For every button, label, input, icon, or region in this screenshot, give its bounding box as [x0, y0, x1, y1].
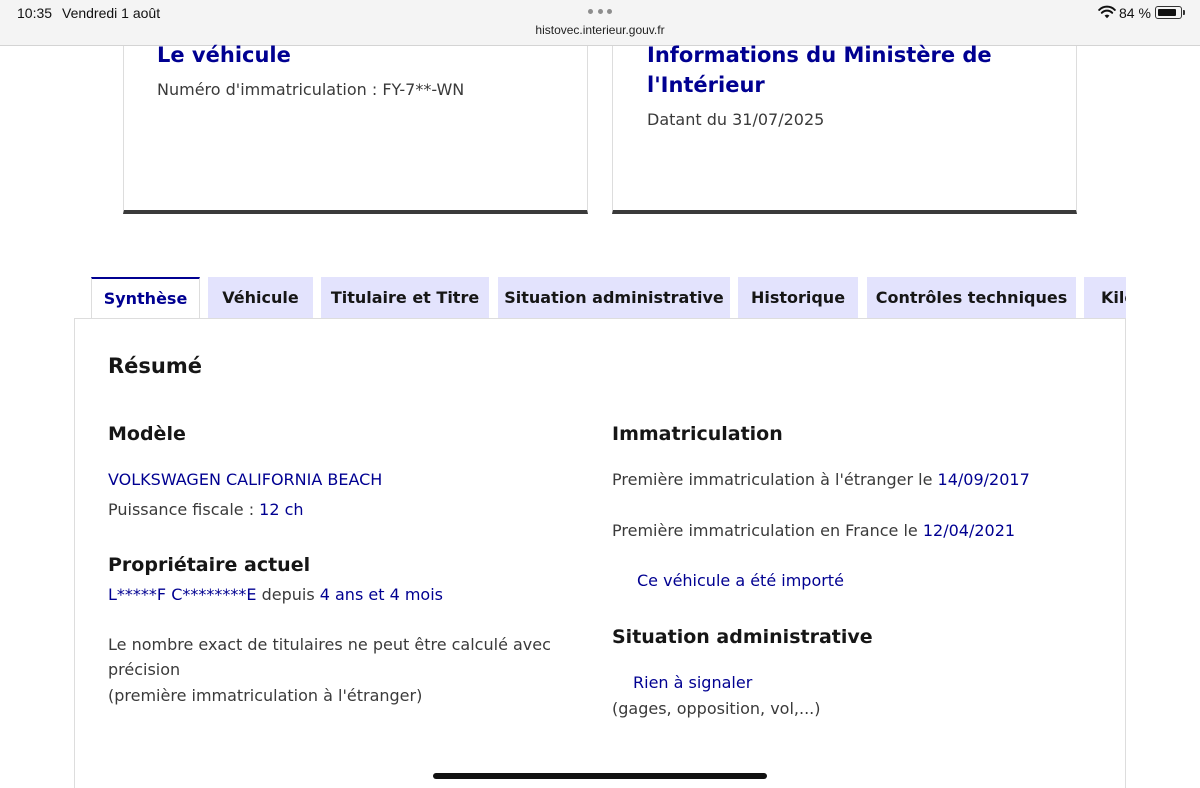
tab-titulaire-et-titre[interactable]: Titulaire et Titre [321, 277, 489, 319]
ministry-card-title: Informations du Ministère de l'Intérieur [647, 43, 992, 97]
first-registration-abroad-date: 14/09/2017 [937, 470, 1030, 489]
ministry-card: Informations du Ministère de l'Intérieur… [612, 43, 1077, 214]
admin-status-heading: Situation administrative [612, 626, 873, 648]
registration-heading: Immatriculation [612, 423, 783, 445]
fiscal-power: Puissance fiscale : 12 ch [108, 497, 304, 522]
wifi-icon [1098, 5, 1116, 19]
data-date: Datant du 31/07/2025 [647, 110, 825, 129]
admin-status-link[interactable]: Rien à signaler [633, 673, 752, 692]
tab-synthese[interactable]: Synthèse [91, 277, 200, 319]
tab-situation-administrative[interactable]: Situation administrative [498, 277, 730, 319]
owner-line: L*****F C********E depuis 4 ans et 4 moi… [108, 582, 443, 607]
owner-since-label: depuis [256, 585, 320, 604]
model-name: VOLKSWAGEN CALIFORNIA BEACH [108, 470, 383, 489]
synthese-panel [74, 318, 1126, 788]
admin-status-detail: (gages, opposition, vol,...) [612, 699, 821, 718]
tab-kilometrage[interactable]: Kilométrage [1084, 277, 1126, 319]
first-registration-france-date: 12/04/2021 [922, 521, 1016, 540]
model-heading: Modèle [108, 423, 186, 445]
owner-count-note-line1: Le nombre exact de titulaires ne peut êt… [108, 635, 551, 654]
first-registration-france: Première immatriculation en France le 12… [612, 518, 1015, 543]
status-date: Vendredi 1 août [62, 5, 161, 21]
summary-heading: Résumé [108, 354, 202, 378]
tab-vehicule[interactable]: Véhicule [208, 277, 313, 319]
first-registration-abroad-label: Première immatriculation à l'étranger le [612, 470, 938, 489]
tab-historique[interactable]: Historique [738, 277, 858, 319]
owner-name: L*****F C********E [108, 585, 257, 604]
registration-number: Numéro d'immatriculation : FY-7**-WN [157, 80, 465, 99]
address-bar-url[interactable]: histovec.interieur.gouv.fr [0, 23, 1200, 37]
owner-count-note-line3: (première immatriculation à l'étranger) [108, 686, 423, 705]
fiscal-power-label: Puissance fiscale : [108, 500, 260, 519]
fiscal-power-value: 12 ch [259, 500, 304, 519]
owner-duration: 4 ans et 4 mois [319, 585, 443, 604]
owner-heading: Propriétaire actuel [108, 554, 311, 576]
status-time: 10:35 [17, 5, 53, 21]
first-registration-abroad: Première immatriculation à l'étranger le… [612, 467, 1030, 492]
first-registration-france-label: Première immatriculation en France le [612, 521, 923, 540]
owner-count-note-line2: précision [108, 660, 181, 679]
vehicle-card: Le véhicule Numéro d'immatriculation : F… [123, 43, 588, 214]
tab-controles-techniques[interactable]: Contrôles techniques [867, 277, 1076, 319]
vehicle-card-title: Le véhicule [157, 43, 291, 67]
more-dots-icon[interactable] [588, 9, 612, 15]
home-indicator[interactable] [433, 773, 767, 779]
battery-icon [1155, 6, 1185, 19]
imported-vehicle-link[interactable]: Ce véhicule a été importé [637, 571, 844, 590]
tab-bar: Synthèse Véhicule Titulaire et Titre Sit… [91, 277, 1126, 319]
battery-percentage: 84 % [1119, 5, 1151, 21]
